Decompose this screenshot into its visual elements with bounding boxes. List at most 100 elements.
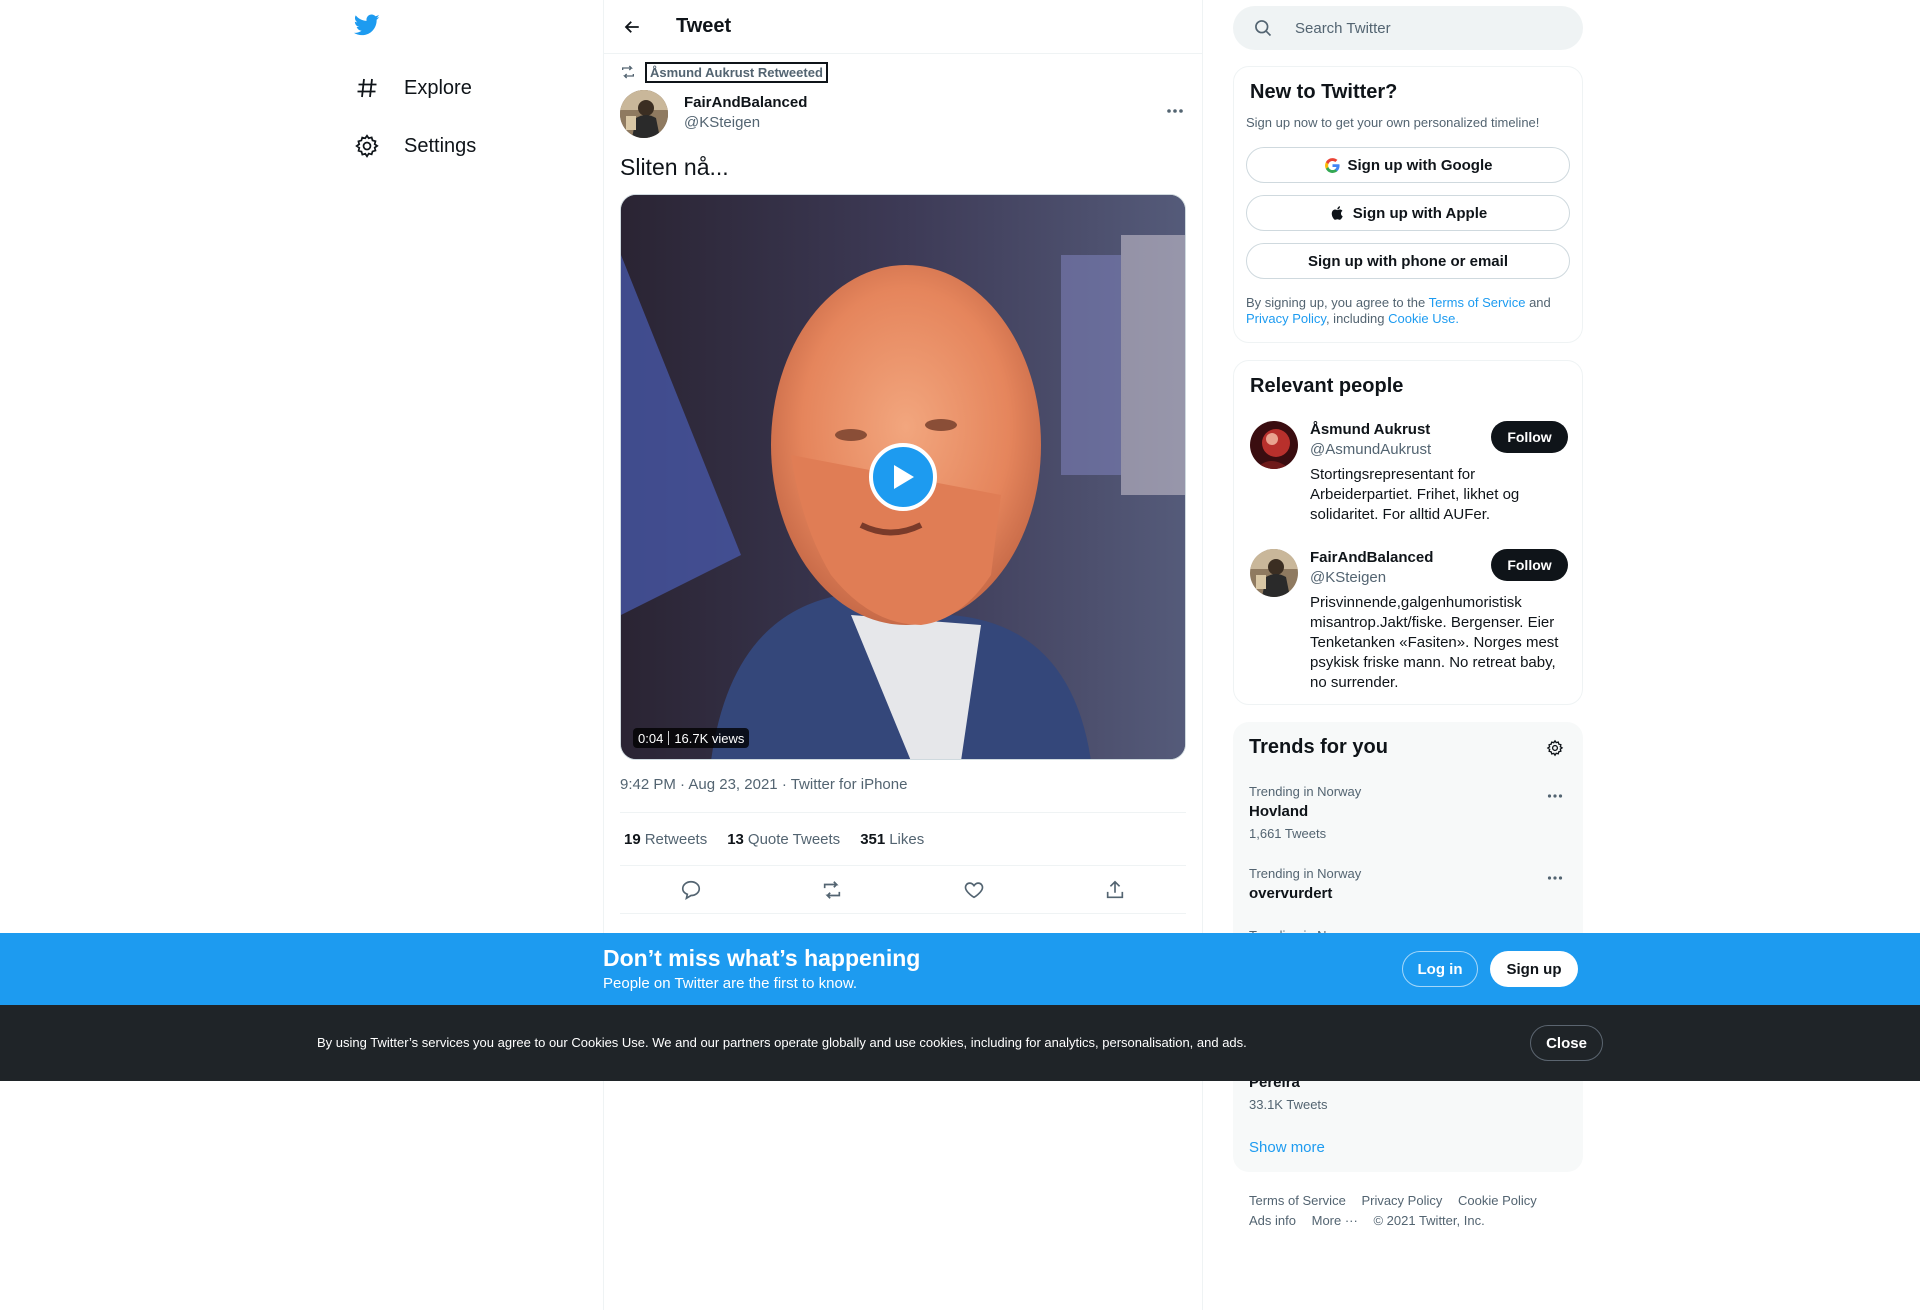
trend-item[interactable]: Trending in Norway overvurdert <box>1249 866 1567 902</box>
tweet-time[interactable]: 9:42 PM <box>620 776 676 793</box>
trend-item[interactable]: Trending in Norway Hovland 1,661 Tweets <box>1249 784 1567 841</box>
signup-legal-text: By signing up, you agree to the Terms of… <box>1246 295 1572 327</box>
more-options-icon[interactable] <box>1543 866 1567 890</box>
relevant-people-card: Relevant people Åsmund Aukrust @AsmundAu… <box>1233 360 1583 705</box>
likes-count: 351 <box>860 830 886 848</box>
twitter-bird-icon[interactable] <box>352 12 392 46</box>
meta-dot: · <box>781 776 791 793</box>
reply-icon[interactable] <box>673 872 709 908</box>
share-icon[interactable] <box>1097 872 1133 908</box>
person-item[interactable]: Åsmund Aukrust @AsmundAukrust Stortingsr… <box>1250 421 1568 531</box>
privacy-link[interactable]: Privacy Policy <box>1246 311 1326 326</box>
show-more-link[interactable]: Show more <box>1249 1139 1325 1156</box>
signup-button[interactable]: Sign up <box>1490 951 1578 987</box>
person-bio: Prisvinnende,galgenhumoristisk misantrop… <box>1310 594 1559 691</box>
search-input[interactable] <box>1295 19 1565 37</box>
new-to-twitter-card: New to Twitter? Sign up now to get your … <box>1233 66 1583 343</box>
video-views: 16.7K views <box>674 730 745 746</box>
signup-banner: Don’t miss what’s happening People on Tw… <box>0 933 1920 1005</box>
person-handle[interactable]: @KSteigen <box>1310 569 1386 586</box>
page-header: Tweet <box>604 0 1203 54</box>
person-name[interactable]: FairAndBalanced <box>1310 549 1433 566</box>
person-bio: Stortingsrepresentant for Arbeiderpartie… <box>1310 466 1520 523</box>
cookie-use-link[interactable]: Cookie Use. <box>1388 311 1459 326</box>
likes-stat[interactable]: 351 Likes <box>860 831 924 848</box>
signup-banner-subtitle: People on Twitter are the first to know. <box>603 975 858 992</box>
hashtag-icon <box>352 73 382 103</box>
tweet-date[interactable]: Aug 23, 2021 <box>688 776 777 793</box>
quote-tweets-label: Quote Tweets <box>747 830 841 848</box>
signup-phone-button[interactable]: Sign up with phone or email <box>1246 243 1570 279</box>
search-bar[interactable] <box>1233 6 1583 50</box>
retweeted-by-link[interactable]: Åsmund Aukrust Retweeted <box>645 61 828 83</box>
back-arrow-icon[interactable] <box>619 14 645 40</box>
signup-apple-button[interactable]: Sign up with Apple <box>1246 195 1570 231</box>
signup-phone-label: Sign up with phone or email <box>1307 252 1508 270</box>
video-duration: 0:04 <box>638 730 664 746</box>
tweet-author: FairAndBalanced @KSteigen <box>620 90 1188 138</box>
retweet-context: Åsmund Aukrust Retweeted <box>620 61 828 83</box>
signup-apple-label: Sign up with Apple <box>1352 204 1488 222</box>
play-icon[interactable] <box>869 443 937 511</box>
follow-button[interactable]: Follow <box>1491 549 1568 581</box>
trend-context: Trending in Norway <box>1249 784 1362 799</box>
nav-item-settings[interactable]: Settings <box>352 121 476 171</box>
tweet-stats: 19 Retweets 13 Quote Tweets 351 Likes <box>620 812 1186 866</box>
terms-link[interactable]: Terms of Service <box>1429 295 1526 310</box>
trend-context: Trending in Norway <box>1249 866 1362 881</box>
tweet-source[interactable]: Twitter for iPhone <box>791 776 908 793</box>
footer-ads-link[interactable]: Ads info <box>1249 1213 1296 1228</box>
avatar[interactable] <box>1250 421 1298 469</box>
gear-icon[interactable] <box>1543 736 1567 760</box>
avatar[interactable] <box>1250 549 1298 597</box>
retweets-label: Retweets <box>644 830 708 848</box>
close-button[interactable]: Close <box>1530 1025 1603 1061</box>
footer-links: Terms of Service Privacy Policy Cookie P… <box>1249 1191 1579 1231</box>
tweet-text: Sliten nå... <box>620 154 729 180</box>
footer-cookie-link[interactable]: Cookie Policy <box>1458 1193 1537 1208</box>
like-heart-icon[interactable] <box>956 872 992 908</box>
person-name[interactable]: Åsmund Aukrust <box>1310 421 1430 438</box>
trend-name: overvurdert <box>1249 885 1333 902</box>
person-handle[interactable]: @AsmundAukrust <box>1310 441 1431 458</box>
quote-tweets-stat[interactable]: 13 Quote Tweets <box>727 831 840 848</box>
legal-prefix: By signing up, you agree to the <box>1246 295 1426 310</box>
legal-and: and <box>1529 295 1551 310</box>
tweet-meta: 9:42 PM · Aug 23, 2021 · Twitter for iPh… <box>620 776 907 793</box>
more-options-icon[interactable] <box>1543 784 1567 808</box>
badge-divider <box>668 731 670 745</box>
apple-icon <box>1329 204 1347 222</box>
footer-terms-link[interactable]: Terms of Service <box>1249 1193 1346 1208</box>
trend-count: 33.1K Tweets <box>1249 1097 1328 1112</box>
google-icon <box>1324 156 1342 174</box>
retweets-stat[interactable]: 19 Retweets <box>624 831 707 848</box>
likes-label: Likes <box>889 830 925 848</box>
tweet-column: Tweet Åsmund Aukrust Retweeted FairAndBa… <box>603 0 1203 1310</box>
nav-item-explore[interactable]: Explore <box>352 63 472 113</box>
quote-tweets-count: 13 <box>727 830 744 848</box>
page-title: Tweet <box>676 15 732 37</box>
login-button[interactable]: Log in <box>1402 951 1478 987</box>
video-player[interactable]: 0:04 16.7K views <box>620 194 1186 760</box>
author-handle[interactable]: @KSteigen <box>684 114 760 131</box>
author-name[interactable]: FairAndBalanced <box>684 94 807 111</box>
avatar[interactable] <box>620 90 668 138</box>
relevant-people-title: Relevant people <box>1250 375 1404 397</box>
more-options-icon[interactable] <box>1162 98 1188 124</box>
retweets-count: 19 <box>624 830 641 848</box>
nav-label-settings: Settings <box>404 134 477 157</box>
new-to-twitter-title: New to Twitter? <box>1250 81 1398 103</box>
nav-label-explore: Explore <box>404 76 472 99</box>
search-icon <box>1253 18 1273 38</box>
follow-button[interactable]: Follow <box>1491 421 1568 453</box>
retweet-icon[interactable] <box>814 872 850 908</box>
new-to-twitter-subtitle: Sign up now to get your own personalized… <box>1246 115 1540 130</box>
signup-google-button[interactable]: Sign up with Google <box>1246 147 1570 183</box>
footer-privacy-link[interactable]: Privacy Policy <box>1361 1193 1442 1208</box>
tweet-actions <box>620 866 1186 914</box>
person-item[interactable]: FairAndBalanced @KSteigen Prisvinnende,g… <box>1250 549 1568 691</box>
footer-more-link[interactable]: More ··· <box>1312 1213 1358 1228</box>
retweet-icon <box>620 64 636 80</box>
signup-banner-title: Don’t miss what’s happening <box>603 945 921 971</box>
trends-title: Trends for you <box>1249 736 1388 758</box>
